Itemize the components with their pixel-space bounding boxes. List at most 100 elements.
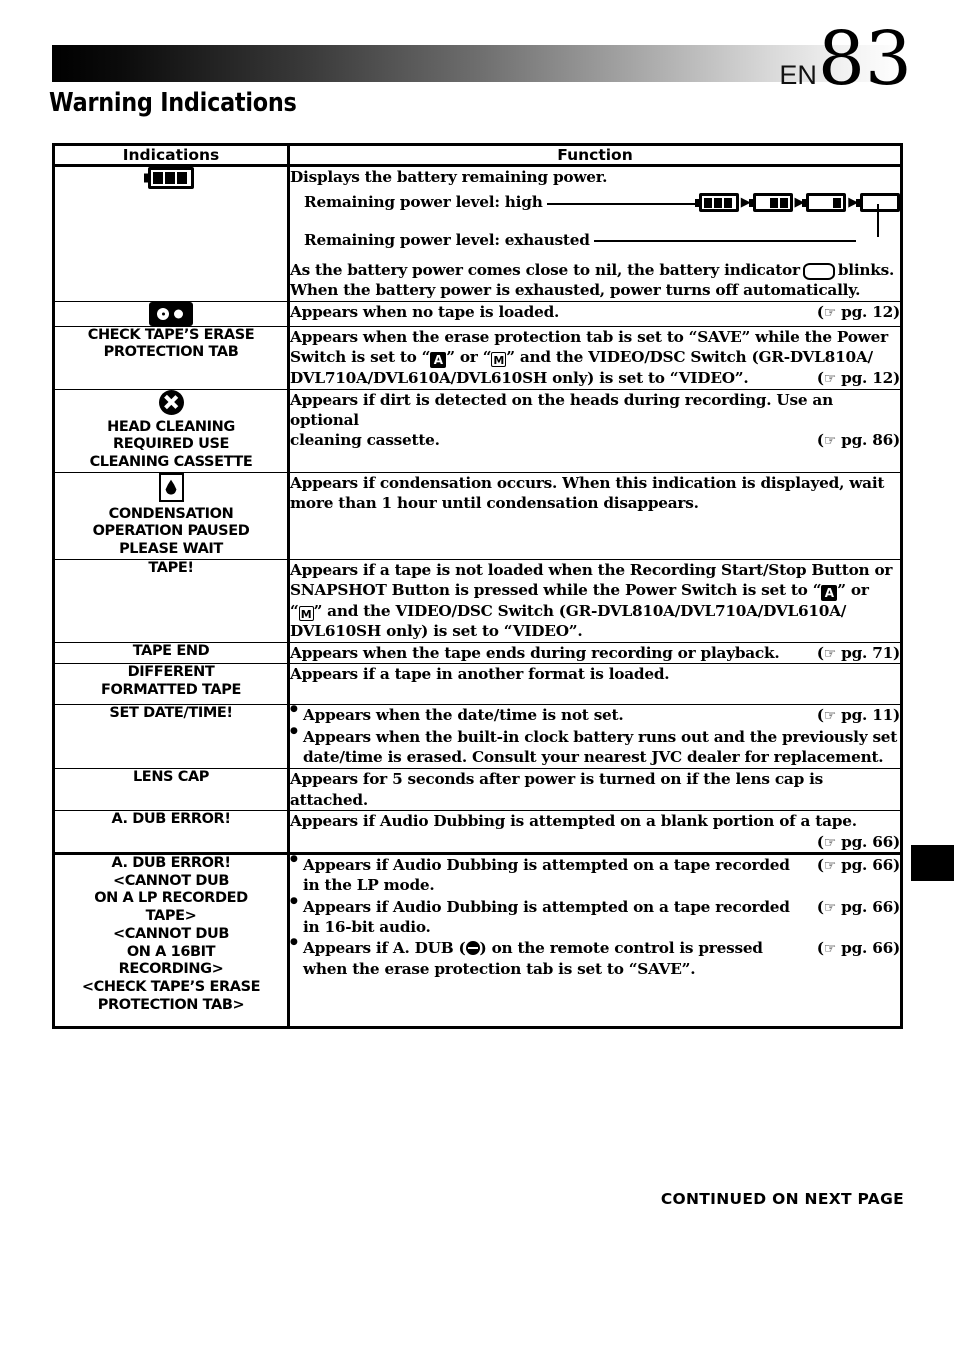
- indication-label: SET DATE/TIME!: [109, 705, 233, 722]
- pointing-hand-icon: ☞: [823, 645, 837, 662]
- function-cell-tape: Appears if a tape is not loaded when the…: [288, 558, 902, 643]
- page-reference: (☞ pg. 66): [816, 856, 900, 875]
- page-reference: (☞ pg. 86): [816, 431, 900, 450]
- battery-level-exhausted-label: Remaining power level: exhausted: [304, 230, 590, 249]
- header-gradient-bar: [52, 45, 905, 82]
- table-row: LENS CAP Appears for 5 seconds after pow…: [53, 768, 902, 812]
- page-reference: (☞ pg. 66): [816, 939, 900, 958]
- battery-2-bars-icon: [748, 193, 793, 213]
- indication-label: HEAD CLEANING REQUIRED USE CLEANING CASS…: [89, 418, 253, 471]
- indication-cell-set-date-time: SET DATE/TIME!: [53, 704, 290, 770]
- indication-label: TAPE END: [132, 642, 210, 659]
- page-reference: (☞ pg. 12): [816, 369, 900, 388]
- page-reference: (☞ pg. 71): [816, 643, 900, 662]
- function-text-line2: SNAPSHOT Button is pressed while the Pow…: [290, 581, 869, 602]
- table-row: CHECK TAPE’S ERASE PROTECTION TAB Appear…: [53, 325, 902, 390]
- indication-cell-check-erase-tab: CHECK TAPE’S ERASE PROTECTION TAB: [53, 325, 290, 390]
- page-number: 83: [817, 16, 912, 102]
- page-title: Warning Indications: [49, 88, 297, 118]
- function-cell-battery: Displays the battery remaining power. Re…: [288, 164, 902, 302]
- indication-label: CONDENSATION OPERATION PAUSED PLEASE WAI…: [92, 505, 250, 558]
- table-row: (☞ pg. 12) Appears when no tape is loade…: [53, 300, 902, 327]
- indication-cell-condensation: CONDENSATION OPERATION PAUSED PLEASE WAI…: [53, 471, 290, 560]
- battery-level-high-label: Remaining power level: high: [304, 193, 543, 212]
- function-text-line4: DVL610SH only) is set to “VIDEO”.: [290, 622, 583, 641]
- list-item: (☞ pg. 11) Appears when the date/time is…: [290, 704, 900, 725]
- battery-1-bar-icon: [802, 193, 847, 213]
- page-number-block: EN 83: [779, 22, 912, 96]
- edge-thumb-tab: [911, 845, 954, 881]
- function-text-line1: Appears when the erase protection tab is…: [290, 327, 888, 346]
- function-text-line1: Appears if a tape is not loaded when the…: [290, 560, 893, 579]
- function-cell-tape-end: (☞ pg. 71) Appears when the tape ends du…: [288, 641, 902, 665]
- battery-full-icon: [144, 167, 194, 189]
- function-cell-different-format: Appears if a tape in another format is l…: [288, 663, 902, 706]
- indication-label: DIFFERENT FORMATTED TAPE: [101, 664, 241, 699]
- footer-continued-label: CONTINUED ON NEXT PAGE: [660, 1190, 904, 1208]
- function-text: Appears when the tape ends during record…: [290, 643, 780, 662]
- function-text: Appears for 5 seconds after power is tur…: [290, 770, 824, 809]
- battery-intro-text: Displays the battery remaining power.: [290, 168, 608, 186]
- column-header-indications: Indications: [53, 144, 290, 166]
- battery-level-chain: ▶ ▶ ▶: [694, 193, 900, 213]
- function-text-line3: (☞ pg. 12) DVL710A/DVL610A/DVL610SH only…: [290, 369, 900, 388]
- battery-empty-inline-icon: [802, 262, 835, 280]
- indication-cell-lens-cap: LENS CAP: [53, 768, 290, 812]
- table-row: Displays the battery remaining power. Re…: [53, 164, 902, 302]
- indication-label: TAPE!: [148, 559, 194, 576]
- table-row: DIFFERENT FORMATTED TAPE Appears if a ta…: [53, 663, 902, 706]
- table-header-row: Indications Function: [53, 144, 902, 166]
- pointing-hand-icon: ☞: [823, 941, 837, 958]
- indication-cell-tape-end: TAPE END: [53, 641, 290, 665]
- list-item: Appears when the built-in clock battery …: [290, 726, 900, 768]
- function-text-line2: Switch is set to “A” or “M” and the VIDE…: [290, 348, 873, 369]
- indication-cell-a-dub-error: A. DUB ERROR!: [53, 810, 290, 855]
- function-cell-lens-cap: Appears for 5 seconds after power is tur…: [288, 768, 902, 812]
- function-cell-a-dub-error-detail: (☞ pg. 66) Appears if Audio Dubbing is a…: [288, 852, 902, 1029]
- indication-cell-tape: TAPE!: [53, 558, 290, 643]
- function-text: Appears if Audio Dubbing is attempted on…: [290, 812, 857, 831]
- table-row: A. DUB ERROR! <CANNOT DUB ON A LP RECORD…: [53, 852, 902, 1029]
- page-reference: (☞ pg. 66): [816, 897, 900, 916]
- indication-label: A. DUB ERROR! <CANNOT DUB ON A LP RECORD…: [81, 855, 261, 1013]
- power-switch-manual-icon: M: [298, 606, 314, 622]
- tape-cassette-icon: [149, 301, 193, 326]
- table-row: HEAD CLEANING REQUIRED USE CLEANING CASS…: [53, 388, 902, 473]
- page-reference: (☞ pg. 11): [816, 706, 900, 725]
- battery-note-line1: As the battery power comes close to nil,…: [290, 261, 895, 280]
- table-row: A. DUB ERROR! Appears if Audio Dubbing i…: [53, 810, 902, 855]
- battery-note-line2: When the battery power is exhausted, pow…: [290, 281, 861, 300]
- indication-cell-head-cleaning: HEAD CLEANING REQUIRED USE CLEANING CASS…: [53, 388, 290, 473]
- function-text-line3: “M” and the VIDEO/DSC Switch (GR-DVL810A…: [290, 602, 847, 622]
- x-in-circle-icon: [158, 389, 184, 415]
- table-row: CONDENSATION OPERATION PAUSED PLEASE WAI…: [53, 471, 902, 560]
- pointing-hand-icon: ☞: [823, 899, 837, 916]
- pointing-hand-icon: ☞: [823, 858, 837, 875]
- indication-cell-a-dub-error-detail: A. DUB ERROR! <CANNOT DUB ON A LP RECORD…: [53, 852, 290, 1029]
- indication-label: CHECK TAPE’S ERASE PROTECTION TAB: [87, 326, 255, 361]
- pointing-hand-icon: ☞: [823, 304, 837, 321]
- function-cell-set-date-time: (☞ pg. 11) Appears when the date/time is…: [288, 704, 902, 770]
- table-row: TAPE END (☞ pg. 71) Appears when the tap…: [53, 641, 902, 665]
- function-cell-a-dub-error: Appears if Audio Dubbing is attempted on…: [288, 810, 902, 855]
- connector-elbow: [877, 204, 879, 238]
- table-row: SET DATE/TIME! (☞ pg. 11) Appears when t…: [53, 704, 902, 770]
- function-cell-head-cleaning: Appears if dirt is detected on the heads…: [288, 388, 902, 473]
- indication-label: A. DUB ERROR!: [111, 811, 231, 828]
- function-text-line1: Appears if dirt is detected on the heads…: [290, 390, 833, 430]
- function-text-line2: more than 1 hour until condensation disa…: [290, 494, 699, 513]
- battery-3-bars-icon: [694, 193, 739, 213]
- warning-indications-table: Indications Function Displays the batter…: [52, 143, 903, 1030]
- pointing-hand-icon: ☞: [823, 708, 837, 725]
- battery-0-bars-icon: [856, 193, 900, 213]
- function-cell-condensation: Appears if condensation occurs. When thi…: [288, 471, 902, 560]
- function-text-line1: Appears if condensation occurs. When thi…: [290, 473, 885, 492]
- power-switch-manual-icon: M: [491, 352, 507, 368]
- list-item: (☞ pg. 66) Appears if A. DUB () on the r…: [290, 937, 900, 979]
- function-text-line2: (☞ pg. 86) cleaning cassette.: [290, 431, 900, 450]
- page-reference: (☞ pg. 12): [816, 302, 900, 321]
- function-text: Appears if a tape in another format is l…: [290, 665, 670, 684]
- a-dub-remote-icon: [465, 941, 480, 956]
- power-switch-auto-icon: A: [430, 352, 447, 369]
- column-header-function: Function: [288, 144, 902, 166]
